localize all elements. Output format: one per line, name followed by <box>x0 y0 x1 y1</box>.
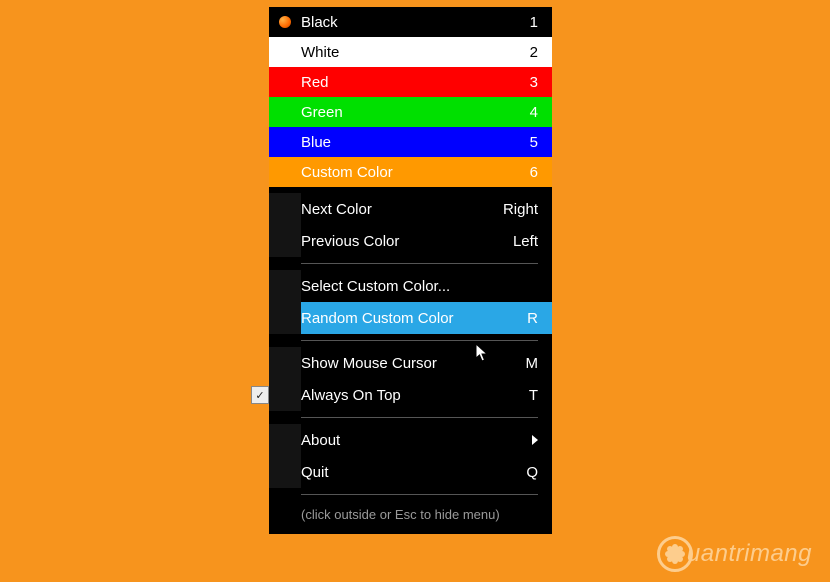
color-shortcut: 1 <box>488 14 538 31</box>
color-item-blue[interactable]: Blue 5 <box>269 127 552 157</box>
color-shortcut: 2 <box>488 44 538 61</box>
menu-label: Always On Top <box>301 387 488 404</box>
color-shortcut: 3 <box>488 74 538 91</box>
menu-label: Next Color <box>301 201 488 218</box>
color-shortcut: 6 <box>488 164 538 181</box>
color-shortcut: 5 <box>488 134 538 151</box>
checkmark-icon: ✓ <box>251 386 269 404</box>
select-custom-color-item[interactable]: Select Custom Color... <box>269 270 552 302</box>
color-item-green[interactable]: Green 4 <box>269 97 552 127</box>
context-menu: Black 1 White 2 Red 3 Green 4 Blue 5 Cus… <box>269 7 552 534</box>
menu-label: Random Custom Color <box>301 310 488 327</box>
color-item-white[interactable]: White 2 <box>269 37 552 67</box>
watermark: uantrimang <box>657 536 812 572</box>
random-custom-color-item[interactable]: Random Custom Color R <box>269 302 552 334</box>
color-label: White <box>301 44 488 61</box>
about-item[interactable]: About <box>269 424 552 456</box>
menu-shortcut: T <box>488 387 538 404</box>
menu-label: Quit <box>301 464 488 481</box>
color-label: Custom Color <box>301 164 488 181</box>
separator <box>301 263 538 264</box>
bullet-icon <box>269 7 301 37</box>
always-on-top-item[interactable]: ✓ Always On Top T <box>269 379 552 411</box>
watermark-text: uantrimang <box>687 540 812 568</box>
menu-shortcut: Q <box>488 464 538 481</box>
menu-shortcut: M <box>488 355 538 372</box>
submenu-arrow-icon <box>532 435 538 445</box>
quit-item[interactable]: Quit Q <box>269 456 552 488</box>
hint-text: (click outside or Esc to hide menu) <box>269 501 552 524</box>
next-color-item[interactable]: Next Color Right <box>269 193 552 225</box>
menu-label: Show Mouse Cursor <box>301 355 488 372</box>
separator <box>301 340 538 341</box>
separator <box>301 417 538 418</box>
menu-label: About <box>301 432 524 449</box>
color-label: Red <box>301 74 488 91</box>
show-mouse-cursor-item[interactable]: Show Mouse Cursor M <box>269 347 552 379</box>
menu-shortcut: Right <box>488 201 538 218</box>
color-item-black[interactable]: Black 1 <box>269 7 552 37</box>
watermark-bulb-icon <box>657 536 693 572</box>
color-shortcut: 4 <box>488 104 538 121</box>
previous-color-item[interactable]: Previous Color Left <box>269 225 552 257</box>
menu-label: Previous Color <box>301 233 488 250</box>
color-item-red[interactable]: Red 3 <box>269 67 552 97</box>
color-label: Green <box>301 104 488 121</box>
color-item-custom[interactable]: Custom Color 6 <box>269 157 552 187</box>
menu-shortcut: R <box>488 310 538 327</box>
menu-shortcut: Left <box>488 233 538 250</box>
separator <box>301 494 538 495</box>
menu-label: Select Custom Color... <box>301 278 488 295</box>
color-label: Blue <box>301 134 488 151</box>
color-label: Black <box>301 14 488 31</box>
